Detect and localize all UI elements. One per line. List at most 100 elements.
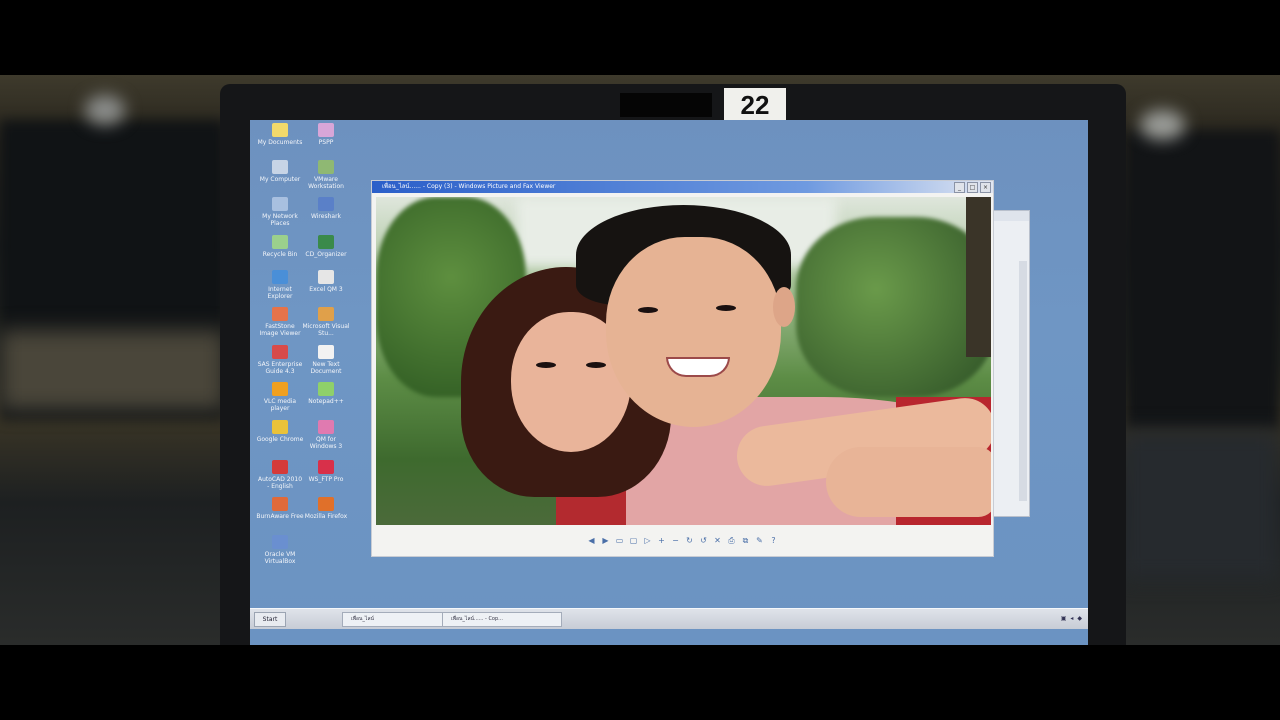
background-monitor-right bbox=[1125, 130, 1280, 430]
desktop-icon-label: Recycle Bin bbox=[262, 251, 298, 258]
desktop-icon-label: Wireshark bbox=[310, 213, 342, 220]
desktop-icon-glyph bbox=[318, 235, 334, 249]
desktop-icon[interactable]: Oracle VM VirtualBox bbox=[256, 535, 304, 565]
desktop-icon-label: My Documents bbox=[257, 139, 303, 146]
desktop-icon[interactable]: AutoCAD 2010 - English bbox=[256, 460, 304, 490]
desktop-icon-glyph bbox=[272, 382, 288, 396]
desktop-icon[interactable]: PSPP bbox=[302, 123, 350, 146]
desktop-icon[interactable]: VLC media player bbox=[256, 382, 304, 412]
desktop-icon-label: AutoCAD 2010 - English bbox=[257, 476, 303, 490]
system-tray: ▣ ◂ ◆ bbox=[1061, 612, 1082, 625]
viewer-toolbar: ◀ ▶ ▭ ▢ ▷ + − ↻ ↺ ✕ ⎙ ⧉ ✎? bbox=[372, 527, 993, 555]
print-icon[interactable]: ⎙ bbox=[728, 537, 736, 545]
desktop-icon-glyph bbox=[272, 197, 288, 211]
tray-volume-icon[interactable]: ◂ bbox=[1070, 612, 1073, 625]
background-window-scrollbar[interactable] bbox=[1019, 261, 1027, 501]
desktop-icon-glyph bbox=[318, 345, 334, 359]
taskbar-item[interactable]: เพื่อน_ไลน์...... - Cop... bbox=[442, 612, 562, 627]
desktop-icon-label: SAS Enterprise Guide 4.3 bbox=[257, 361, 303, 375]
background-light-left bbox=[85, 95, 125, 125]
desktop-icon-glyph bbox=[272, 497, 288, 511]
desktop-icon-glyph bbox=[318, 123, 334, 137]
desktop-icon[interactable]: My Documents bbox=[256, 123, 304, 146]
desktop-icon[interactable]: Mozilla Firefox bbox=[302, 497, 350, 520]
picture-viewer-window: เพื่อน_ไลน์...... - Copy (3) - Windows P… bbox=[371, 180, 994, 557]
desktop-icon[interactable]: Excel QM 3 bbox=[302, 270, 350, 293]
desktop-icon-glyph bbox=[318, 160, 334, 174]
desktop-icon[interactable]: SAS Enterprise Guide 4.3 bbox=[256, 345, 304, 375]
webcam bbox=[620, 93, 712, 117]
desktop-icon-label: VLC media player bbox=[263, 398, 297, 412]
photo-guy-ear bbox=[773, 287, 795, 327]
desktop-icon-glyph bbox=[272, 535, 288, 549]
desktop-icon[interactable]: FastStone Image Viewer bbox=[256, 307, 304, 337]
zoom-in-icon[interactable]: + bbox=[658, 537, 666, 545]
desktop-icon-glyph bbox=[318, 497, 334, 511]
desktop-icon-glyph bbox=[272, 235, 288, 249]
desktop-icon[interactable]: Internet Explorer bbox=[256, 270, 304, 300]
photo-tree-right bbox=[796, 217, 991, 397]
desktop-icon[interactable]: QM for Windows 3 bbox=[302, 420, 350, 450]
desktop-icon-label: Internet Explorer bbox=[267, 286, 293, 300]
actual-size-icon[interactable]: ▢ bbox=[630, 537, 638, 545]
desktop-icon-label: My Computer bbox=[259, 176, 301, 183]
rotate-ccw-icon[interactable]: ↺ bbox=[700, 537, 708, 545]
desktop-icon[interactable]: My Computer bbox=[256, 160, 304, 183]
previous-icon[interactable]: ◀ bbox=[588, 537, 596, 545]
maximize-button[interactable]: □ bbox=[967, 182, 978, 193]
letterbox-bottom bbox=[0, 645, 1280, 720]
tray-network-icon[interactable]: ▣ bbox=[1061, 612, 1067, 625]
desktop-icon[interactable]: BurnAware Free bbox=[256, 497, 304, 520]
desktop-icon[interactable]: WS_FTP Pro bbox=[302, 460, 350, 483]
slideshow-icon[interactable]: ▷ bbox=[644, 537, 652, 545]
photo-eye bbox=[716, 305, 736, 311]
background-desk-right bbox=[1120, 430, 1280, 580]
tray-security-icon[interactable]: ◆ bbox=[1077, 612, 1082, 625]
monitor-number-label: 22 bbox=[724, 88, 786, 122]
desktop-icon[interactable]: Microsoft Visual Stu... bbox=[302, 307, 350, 337]
window-controls: _ □ × bbox=[954, 182, 991, 193]
photo-eye bbox=[638, 307, 658, 313]
taskbar-item[interactable]: เพื่อน_ไลน์ bbox=[342, 612, 444, 627]
desktop-icon-glyph bbox=[272, 420, 288, 434]
desktop-icon[interactable]: My Network Places bbox=[256, 197, 304, 227]
help-icon[interactable]: ? bbox=[770, 537, 778, 545]
photo-tree-trunk bbox=[966, 197, 991, 357]
background-window[interactable] bbox=[990, 210, 1030, 517]
photo-display bbox=[376, 197, 991, 525]
background-window-titlebar[interactable] bbox=[991, 211, 1029, 221]
desktop-icon[interactable]: VMware Workstation bbox=[302, 160, 350, 190]
desktop-icon-label: VMware Workstation bbox=[308, 176, 344, 190]
rotate-cw-icon[interactable]: ↻ bbox=[686, 537, 694, 545]
background-desk-left bbox=[0, 330, 225, 410]
viewer-titlebar[interactable]: เพื่อน_ไลน์...... - Copy (3) - Windows P… bbox=[372, 181, 993, 193]
desktop-icon-label: WS_FTP Pro bbox=[308, 476, 344, 483]
desktop-icon-label: PSPP bbox=[318, 139, 334, 146]
desktop-icon-glyph bbox=[272, 345, 288, 359]
best-fit-icon[interactable]: ▭ bbox=[616, 537, 624, 545]
minimize-button[interactable]: _ bbox=[954, 182, 965, 193]
desktop-icon-glyph bbox=[318, 270, 334, 284]
photo-eye bbox=[536, 362, 556, 368]
desktop-icon[interactable]: Notepad++ bbox=[302, 382, 350, 405]
desktop-icon-label: CD_Organizer bbox=[305, 251, 347, 258]
desktop-icon-glyph bbox=[272, 460, 288, 474]
copy-to-icon[interactable]: ⧉ bbox=[742, 537, 750, 545]
letterbox-top bbox=[0, 0, 1280, 75]
desktop-icon-glyph bbox=[272, 160, 288, 174]
desktop-icon[interactable]: Google Chrome bbox=[256, 420, 304, 443]
desktop-icon[interactable]: Recycle Bin bbox=[256, 235, 304, 258]
desktop-icon[interactable]: Wireshark bbox=[302, 197, 350, 220]
desktop-icon-label: Microsoft Visual Stu... bbox=[302, 323, 350, 337]
delete-icon[interactable]: ✕ bbox=[714, 537, 722, 545]
desktop-icon-glyph bbox=[318, 382, 334, 396]
close-button[interactable]: × bbox=[980, 182, 991, 193]
desktop-icon-glyph bbox=[318, 197, 334, 211]
edit-icon[interactable]: ✎ bbox=[756, 537, 764, 545]
start-button[interactable]: Start bbox=[254, 612, 286, 627]
photo-eye bbox=[586, 362, 606, 368]
next-icon[interactable]: ▶ bbox=[602, 537, 610, 545]
desktop-icon[interactable]: CD_Organizer bbox=[302, 235, 350, 258]
zoom-out-icon[interactable]: − bbox=[672, 537, 680, 545]
desktop-icon[interactable]: New Text Document bbox=[302, 345, 350, 375]
